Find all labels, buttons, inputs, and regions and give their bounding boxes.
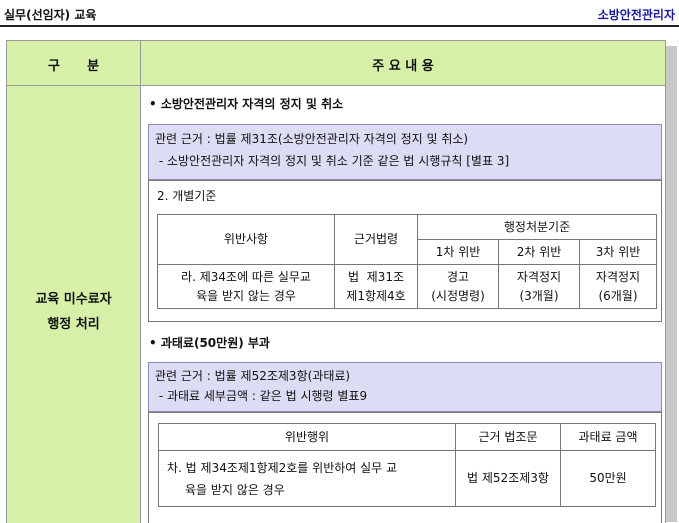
header-rule xyxy=(0,25,679,27)
section2-basis-box: 관련 근거 : 법률 제52조제3항(과태료) - 과태료 세부금액 : 같은 … xyxy=(148,362,662,412)
cell-law-l2: 제1항제4호 xyxy=(346,288,406,303)
section1-basis-line1: 관련 근거 : 법률 제31조(소방안전관리자 자격의 정지 및 취소) xyxy=(155,132,469,146)
cell-first-l1: 경고 xyxy=(446,269,470,284)
th-second: 2차 위반 xyxy=(498,239,580,265)
section2-fine-box: 위반행위 근거 법조문 과태료 금액 차. 법 제34조제1항제2호를 위반하여… xyxy=(148,412,662,523)
cell-first: 경고 (시정명령) xyxy=(417,264,499,309)
cell-first-l2: (시정명령) xyxy=(431,288,485,303)
category-label: 교육 미수료자 행정 처리 xyxy=(7,287,140,337)
frame-shadow xyxy=(665,46,677,522)
table-row: 차. 법 제34조제1항제2호를 위반하여 실무 교 육을 받지 않은 경우 법… xyxy=(158,450,656,507)
section2-basis-line1: 관련 근거 : 법률 제52조제3항(과태료) xyxy=(155,369,351,383)
section1-basis-line2: - 소방안전관리자 자격의 정지 및 취소 기준 같은 법 시행규칙 [별표 3… xyxy=(155,154,510,168)
header-subtitle: 소방안전관리자 xyxy=(597,8,675,22)
section2-fine-table: 위반행위 근거 법조문 과태료 금액 차. 법 제34조제1항제2호를 위반하여… xyxy=(158,423,656,507)
th-fine: 과태료 금액 xyxy=(560,423,656,451)
cell-law: 법 제31조 제1항제4호 xyxy=(334,264,418,309)
cell-third-l2: (6개월) xyxy=(598,288,638,303)
header-col-content: 주 요 내 용 xyxy=(372,59,434,74)
th-first: 1차 위반 xyxy=(417,239,499,265)
cell-third: 자격정지 (6개월) xyxy=(579,264,657,309)
table-row: 라. 제34조에 따른 실무교 육을 받지 않는 경우 법 제31조 제1항제4… xyxy=(157,264,657,309)
content-table: 구 분 주 요 내 용 교육 미수료자 행정 처리 • 소방안전관리자 자격의 … xyxy=(6,40,666,523)
cell-second-l1: 자격정지 xyxy=(516,269,562,284)
th-disposition: 행정처분기준 xyxy=(417,214,657,240)
section2-title: • 과태료(50만원) 부과 xyxy=(149,336,270,350)
category-line-2: 행정 처리 xyxy=(47,317,100,332)
category-cell: 교육 미수료자 행정 처리 xyxy=(7,86,141,523)
th-violation: 위반사항 xyxy=(157,214,335,265)
header-title: 실무(선임자) 교육 xyxy=(4,8,97,22)
cell-violation: 라. 제34조에 따른 실무교 육을 받지 않는 경우 xyxy=(157,264,335,309)
section1-sub-label: 2. 개별기준 xyxy=(157,189,217,203)
section1-criteria-table: 위반사항 근거법령 행정처분기준 1차 위반 2차 위반 3차 위반 라. 제3… xyxy=(157,214,657,309)
cell-act: 차. 법 제34조제1항제2호를 위반하여 실무 교 육을 받지 않은 경우 xyxy=(158,450,456,507)
cell-act-l2: 육을 받지 않은 경우 xyxy=(185,482,285,497)
category-line-1: 교육 미수료자 xyxy=(35,292,112,307)
header-col-category: 구 분 xyxy=(47,59,100,74)
th-third: 3차 위반 xyxy=(579,239,657,265)
th-law2: 근거 법조문 xyxy=(455,423,561,451)
section1-basis-box: 관련 근거 : 법률 제31조(소방안전관리자 자격의 정지 및 취소) - 소… xyxy=(148,124,662,180)
cell-second: 자격정지 (3개월) xyxy=(498,264,580,309)
cell-act-l1: 차. 법 제34조제1항제2호를 위반하여 실무 교 xyxy=(167,460,398,475)
cell-third-l1: 자격정지 xyxy=(595,269,641,284)
page-header: 실무(선임자) 교육 소방안전관리자 xyxy=(0,0,679,27)
section2-basis-line2: - 과태료 세부금액 : 같은 법 시행령 별표9 xyxy=(155,389,368,403)
cell-second-l2: (3개월) xyxy=(519,288,559,303)
cell-violation-l2: 육을 받지 않는 경우 xyxy=(196,288,296,303)
cell-law-l1: 법 제31조 xyxy=(347,269,405,284)
th-law: 근거법령 xyxy=(334,214,418,265)
cell-violation-l1: 라. 제34조에 따른 실무교 xyxy=(181,269,311,284)
cell-fine: 50만원 xyxy=(560,450,656,507)
cell-law2: 법 제52조제3항 xyxy=(455,450,561,507)
section1-title: • 소방안전관리자 자격의 정지 및 취소 xyxy=(149,97,344,111)
section1-criteria-box: 2. 개별기준 위반사항 근거법령 행정처분기준 1차 위반 2차 위반 3차 … xyxy=(148,180,662,322)
th-act: 위반행위 xyxy=(158,423,456,451)
